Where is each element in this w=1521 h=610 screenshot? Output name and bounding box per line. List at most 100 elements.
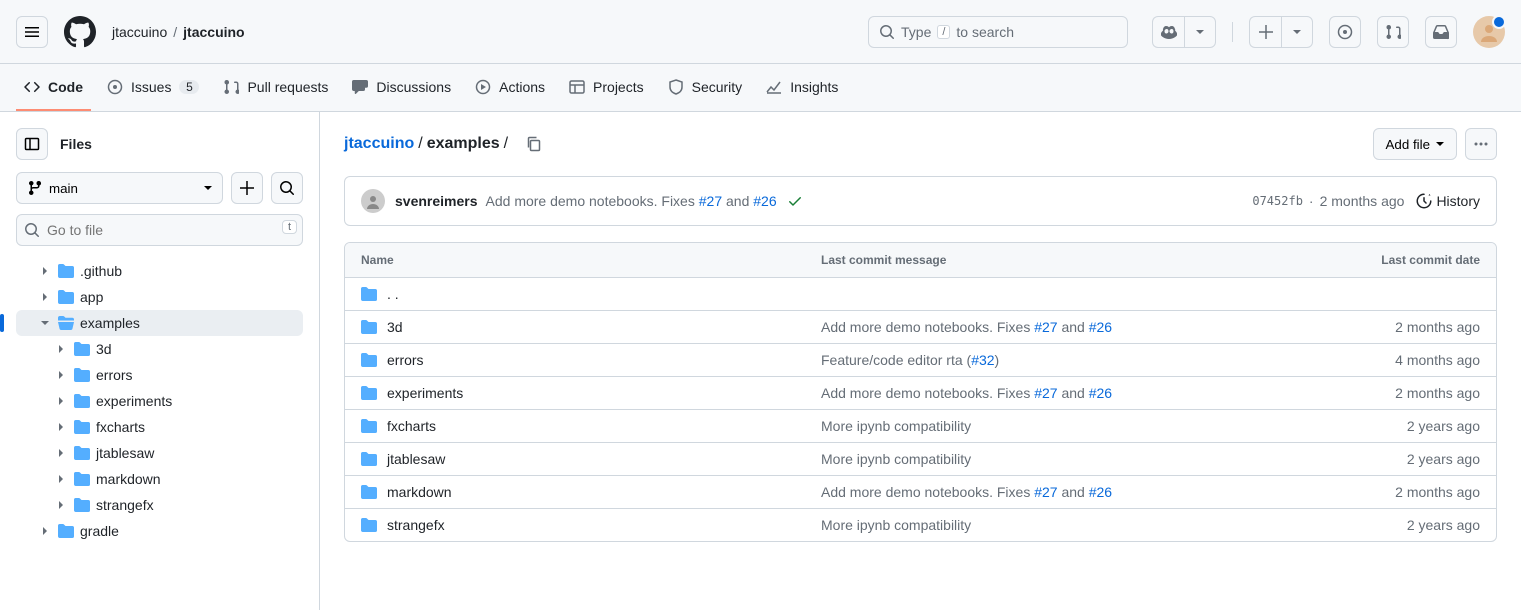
issue-link[interactable]: #27 <box>1034 484 1057 500</box>
tree-item-fxcharts[interactable]: fxcharts <box>16 414 303 440</box>
directory-link[interactable]: markdown <box>387 484 452 500</box>
issue-opened-icon <box>107 79 123 95</box>
code-icon <box>24 79 40 95</box>
commit-meta: 07452fb · 2 months ago <box>1252 193 1404 209</box>
commit-author-link[interactable]: svenreimers <box>395 193 478 209</box>
folder-icon <box>361 286 377 302</box>
issue-link[interactable]: #32 <box>971 352 994 368</box>
directory-link[interactable]: errors <box>387 352 424 368</box>
tab-security[interactable]: Security <box>660 64 751 111</box>
issue-link[interactable]: #26 <box>1089 385 1112 401</box>
commit-message-link[interactable]: Feature/code editor rta ( <box>821 352 971 368</box>
kebab-horizontal-icon <box>1473 136 1489 152</box>
more-options-button[interactable] <box>1465 128 1497 160</box>
tree-item-label: fxcharts <box>96 419 145 435</box>
hamburger-button[interactable] <box>16 16 48 48</box>
check-icon[interactable] <box>787 193 803 209</box>
directory-link[interactable]: experiments <box>387 385 463 401</box>
chevron-right-icon[interactable] <box>38 525 52 537</box>
chevron-right-icon[interactable] <box>38 265 52 277</box>
copy-path-button[interactable] <box>522 132 546 156</box>
tab-insights[interactable]: Insights <box>758 64 846 111</box>
issue-link[interactable]: #26 <box>1089 484 1112 500</box>
repo-link[interactable]: jtaccuino <box>183 24 244 40</box>
tree-item-experiments[interactable]: experiments <box>16 388 303 414</box>
history-link[interactable]: History <box>1416 193 1480 209</box>
owner-link[interactable]: jtaccuino <box>112 24 167 40</box>
panel-toggle-button[interactable] <box>16 128 48 160</box>
commit-sha-link[interactable]: 07452fb <box>1252 194 1303 208</box>
tab-issues[interactable]: Issues 5 <box>99 64 207 111</box>
chevron-right-icon[interactable] <box>54 447 68 459</box>
issue-link[interactable]: #27 <box>1034 385 1057 401</box>
directory-link[interactable]: strangefx <box>387 517 445 533</box>
add-button[interactable] <box>1249 16 1281 48</box>
git-branch-icon <box>27 180 43 196</box>
global-header: jtaccuino / jtaccuino Type / to search <box>0 0 1521 64</box>
inbox-button[interactable] <box>1425 16 1457 48</box>
pull-requests-button[interactable] <box>1377 16 1409 48</box>
tree-item-label: strangefx <box>96 497 154 513</box>
path-repo-link[interactable]: jtaccuino <box>344 135 414 153</box>
search-slash-key: / <box>937 25 950 39</box>
tab-pull-requests[interactable]: Pull requests <box>215 64 336 111</box>
tree-item-3d[interactable]: 3d <box>16 336 303 362</box>
tab-actions[interactable]: Actions <box>467 64 553 111</box>
issues-button[interactable] <box>1329 16 1361 48</box>
tree-item-markdown[interactable]: markdown <box>16 466 303 492</box>
go-to-file-input[interactable] <box>16 214 303 246</box>
commit-message[interactable]: Add more demo notebooks. Fixes #27 and #… <box>486 193 777 209</box>
chevron-right-icon[interactable] <box>54 473 68 485</box>
chevron-right-icon[interactable] <box>54 421 68 433</box>
issue-link[interactable]: #27 <box>699 193 722 209</box>
tab-issues-label: Issues <box>131 79 171 95</box>
tree-item-app[interactable]: app <box>16 284 303 310</box>
search-sidebar-button[interactable] <box>271 172 303 204</box>
folder-open-icon <box>58 315 74 331</box>
directory-link[interactable]: jtablesaw <box>387 451 445 467</box>
issue-link[interactable]: #26 <box>753 193 776 209</box>
copilot-dropdown[interactable] <box>1184 16 1216 48</box>
commit-message-link[interactable]: More ipynb compatibility <box>821 418 971 434</box>
inbox-icon <box>1433 24 1449 40</box>
directory-link[interactable]: 3d <box>387 319 403 335</box>
chevron-right-icon[interactable] <box>38 291 52 303</box>
chevron-right-icon[interactable] <box>54 343 68 355</box>
copilot-button[interactable] <box>1152 16 1184 48</box>
parent-directory-row[interactable]: . . <box>345 278 1496 311</box>
tab-discussions[interactable]: Discussions <box>344 64 459 111</box>
tree-item-.github[interactable]: .github <box>16 258 303 284</box>
commit-author-avatar[interactable] <box>361 189 385 213</box>
chevron-right-icon[interactable] <box>54 369 68 381</box>
directory-link[interactable]: fxcharts <box>387 418 436 434</box>
commit-message-link[interactable]: More ipynb compatibility <box>821 517 971 533</box>
issue-link[interactable]: #26 <box>1089 319 1112 335</box>
add-dropdown[interactable] <box>1281 16 1313 48</box>
github-logo[interactable] <box>64 16 96 48</box>
branch-selector[interactable]: main <box>16 172 223 204</box>
user-avatar[interactable] <box>1473 16 1505 48</box>
global-search[interactable]: Type / to search <box>868 16 1128 48</box>
chevron-down-icon[interactable] <box>38 317 52 329</box>
commit-message-link[interactable]: Add more demo notebooks. Fixes <box>821 484 1034 500</box>
chevron-right-icon[interactable] <box>54 395 68 407</box>
tab-code[interactable]: Code <box>16 64 91 111</box>
tree-item-strangefx[interactable]: strangefx <box>16 492 303 518</box>
tree-item-examples[interactable]: examples <box>16 310 303 336</box>
tree-item-gradle[interactable]: gradle <box>16 518 303 544</box>
file-tree: .githubappexamples3derrorsexperiments fxc… <box>16 258 303 544</box>
issue-link[interactable]: #27 <box>1034 319 1057 335</box>
tab-projects[interactable]: Projects <box>561 64 652 111</box>
parent-directory-link[interactable]: . . <box>387 286 399 302</box>
commit-message-link[interactable]: Add more demo notebooks. Fixes <box>821 385 1034 401</box>
tree-item-errors[interactable]: errors <box>16 362 303 388</box>
commit-message-link[interactable]: More ipynb compatibility <box>821 451 971 467</box>
tree-item-jtablesaw[interactable]: jtablesaw <box>16 440 303 466</box>
tree-item-label: jtablesaw <box>96 445 154 461</box>
chevron-right-icon[interactable] <box>54 499 68 511</box>
sidebar-title: Files <box>60 136 92 152</box>
commit-message-link[interactable]: Add more demo notebooks. Fixes <box>821 319 1034 335</box>
add-file-sidebar-button[interactable] <box>231 172 263 204</box>
add-file-button[interactable]: Add file <box>1373 128 1457 160</box>
folder-closed-icon <box>74 393 90 409</box>
